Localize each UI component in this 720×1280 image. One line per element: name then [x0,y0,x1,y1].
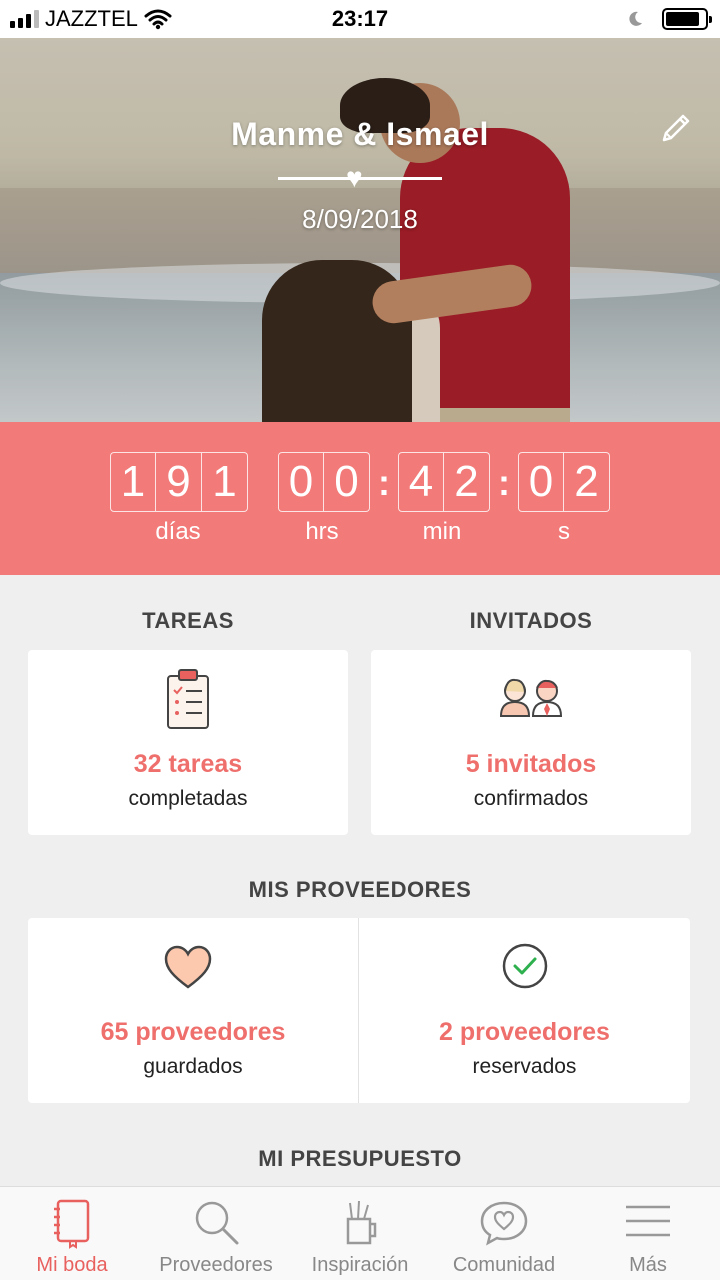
search-icon [195,1201,239,1245]
check-circle-icon [502,943,548,989]
nav-label: Proveedores [159,1254,273,1276]
budget-title: MI PRESUPUESTO [258,1146,462,1171]
booked-vendors-subtitle: reservados [472,1055,577,1078]
guests-subtitle: confirmados [473,787,589,810]
edit-button[interactable] [656,110,694,148]
nav-mi-boda[interactable]: Mi boda [0,1187,144,1280]
saved-vendors[interactable]: 65 proveedores guardados [28,918,358,1103]
chat-heart-icon [480,1201,528,1246]
guests-title: INVITADOS [469,608,593,633]
status-right [626,0,712,38]
tasks-title: TAREAS [142,608,234,633]
couple-name: Manme & Ismael [231,116,489,152]
guests-icon [499,678,563,717]
nav-mas[interactable]: Más [576,1187,720,1280]
tasks-subtitle: completadas [128,787,248,810]
clipboard-icon [167,669,209,729]
nav-comunidad[interactable]: Comunidad [432,1187,576,1280]
nav-label: Mi boda [36,1254,108,1276]
seconds-label: s [558,518,570,545]
notebook-icon [54,1199,90,1249]
seconds-digit: 2 [564,452,610,512]
moon-icon [629,11,642,26]
status-bar: JAZZTEL 23:17 [0,0,720,38]
saved-vendors-subtitle: guardados [143,1055,243,1078]
hours-digit: 0 [324,452,370,512]
hours-digits: 0 0 [278,452,370,512]
tasks-card[interactable]: 32 tareas completadas [28,650,348,835]
time-separator: : [498,462,510,503]
guests-count: 5 invitados [465,750,597,778]
time-separator: : [378,462,390,503]
vendors-card: 65 proveedores guardados 2 proveedores r… [28,918,690,1103]
booked-vendors-count: 2 proveedores [439,1018,610,1046]
vendors-title: MIS PROVEEDORES [248,877,472,902]
battery-icon [662,8,712,30]
days-digits: 1 9 1 [110,452,248,512]
menu-icon [626,1205,670,1237]
minutes-digit: 4 [398,452,444,512]
booked-vendors[interactable]: 2 proveedores reservados [359,918,690,1103]
bottom-nav: Mi boda Proveedores Inspiración Comunida… [0,1186,720,1280]
seconds-digits: 0 2 [518,452,610,512]
nav-proveedores[interactable]: Proveedores [144,1187,288,1280]
tasks-count: 32 tareas [133,750,243,778]
heart-icon: ♥ [346,162,363,193]
heart-icon [164,945,212,989]
minutes-digit: 2 [444,452,490,512]
guests-card[interactable]: 5 invitados confirmados [371,650,691,835]
seconds-digit: 0 [518,452,564,512]
days-digit: 9 [156,452,202,512]
days-digit: 1 [110,452,156,512]
hours-label: hrs [305,518,339,545]
countdown-panel: 1 9 1 0 0 : 4 2 : 0 2 días hrs min s [0,422,720,575]
nav-inspiracion[interactable]: Inspiración [288,1187,432,1280]
minutes-label: min [422,518,462,545]
heart-divider: ♥ [278,162,442,193]
nav-label: Comunidad [452,1254,556,1276]
couple-photo: Manme & Ismael ♥ 8/09/2018 [0,38,720,422]
days-digit: 1 [202,452,248,512]
wedding-date: 8/09/2018 [302,204,418,234]
days-label: días [155,518,201,545]
inspiration-icon [346,1200,377,1245]
saved-vendors-count: 65 proveedores [100,1018,286,1046]
hours-digit: 0 [278,452,324,512]
minutes-digits: 4 2 [398,452,490,512]
nav-label: Más [629,1254,667,1276]
pencil-icon [662,114,690,142]
clock: 23:17 [331,6,389,31]
nav-label: Inspiración [311,1254,409,1276]
